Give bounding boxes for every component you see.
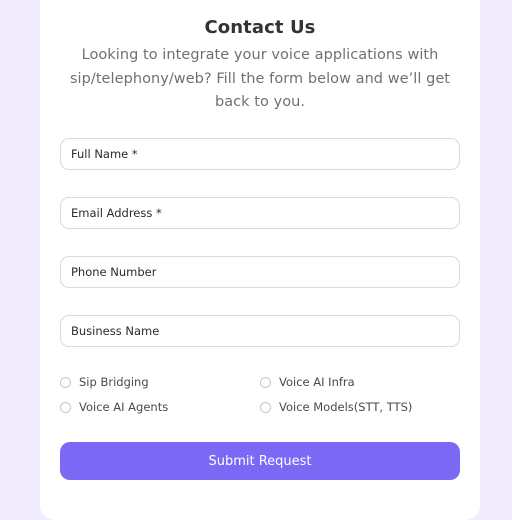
- phone-input[interactable]: [60, 256, 460, 288]
- full-name-input[interactable]: [60, 138, 460, 170]
- option-label: Sip Bridging: [79, 375, 149, 389]
- radio-voice-models[interactable]: [260, 401, 271, 413]
- option-voice-ai-infra[interactable]: Voice AI Infra: [260, 375, 355, 389]
- radio-voice-ai-infra[interactable]: [260, 376, 271, 388]
- option-label: Voice Models(STT, TTS): [279, 400, 413, 414]
- form-title: Contact Us: [204, 17, 316, 38]
- option-label: Voice AI Infra: [279, 375, 355, 389]
- radio-sip-bridging[interactable]: [60, 376, 71, 388]
- form-subtitle: Looking to integrate your voice applicat…: [69, 47, 451, 110]
- option-voice-models[interactable]: Voice Models(STT, TTS): [260, 400, 412, 414]
- email-input[interactable]: [60, 197, 460, 229]
- option-voice-ai-agents[interactable]: Voice AI Agents: [60, 400, 168, 414]
- option-label: Voice AI Agents: [79, 400, 169, 414]
- business-name-input[interactable]: [60, 315, 460, 347]
- radio-voice-ai-agents[interactable]: [60, 401, 71, 413]
- submit-request-button[interactable]: Submit Request: [60, 442, 460, 480]
- option-sip-bridging[interactable]: Sip Bridging: [60, 375, 149, 389]
